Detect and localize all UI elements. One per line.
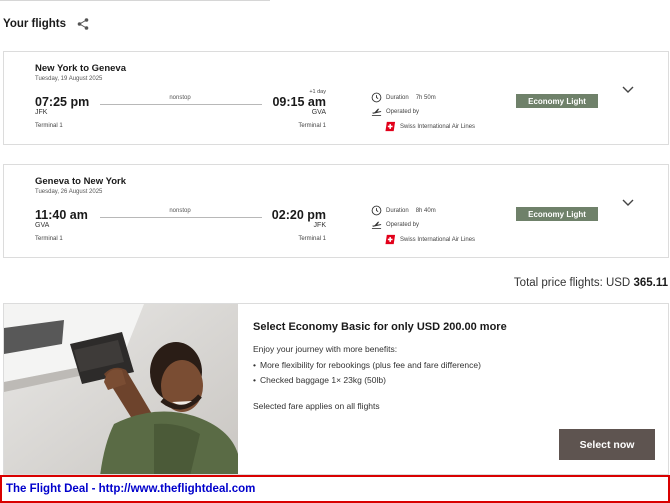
total-price-amount: 365.11	[633, 277, 668, 289]
benefits-list: More flexibility for rebookings (plus fe…	[253, 358, 481, 387]
operated-info: Operated by	[371, 219, 419, 230]
arrival-time: 02:20 pm	[271, 208, 326, 222]
benefit-item: Checked baggage 1× 23kg (50lb)	[253, 373, 481, 388]
departure-terminal: Terminal 1	[35, 123, 63, 129]
fare-badge[interactable]: Economy Light	[516, 207, 598, 221]
airline-name: Swiss International Air Lines	[400, 236, 476, 243]
duration-label: Duration	[386, 207, 409, 214]
departure-terminal: Terminal 1	[35, 236, 63, 242]
total-price-label: Total price flights: USD	[513, 277, 631, 289]
clock-icon	[371, 92, 382, 103]
plane-icon	[371, 221, 382, 229]
flight-deal-link[interactable]: The Flight Deal - http://www.theflightde…	[6, 483, 255, 495]
fare-badge[interactable]: Economy Light	[516, 94, 598, 108]
chevron-down-icon[interactable]	[621, 85, 635, 95]
route-line	[100, 104, 262, 105]
benefit-item: More flexibility for rebookings (plus fe…	[253, 358, 481, 373]
departure-airport: JFK	[35, 109, 48, 116]
top-divider	[0, 0, 270, 1]
duration-info: Duration 8h 40m	[371, 205, 436, 216]
flight-date: Tuesday, 19 August 2025	[35, 76, 103, 82]
departure-time: 11:40 am	[35, 208, 88, 222]
upsell-panel: Select Economy Basic for only USD 200.00…	[3, 303, 669, 475]
footer-banner: The Flight Deal - http://www.theflightde…	[0, 475, 670, 503]
share-icon[interactable]	[76, 17, 90, 31]
airline-info: Swiss International Air Lines	[385, 121, 475, 132]
duration-label: Duration	[386, 94, 409, 101]
flight-route: Geneva to New York	[35, 176, 126, 187]
stops-label: nonstop	[169, 95, 191, 101]
traveler-photo	[4, 304, 238, 474]
operated-by-label: Operated by	[386, 108, 420, 115]
route-line	[100, 217, 262, 218]
flight-date: Tuesday, 26 August 2025	[35, 189, 103, 195]
flights-header: Your flights	[3, 16, 90, 32]
stops-label: nonstop	[169, 208, 191, 214]
flight-route: New York to Geneva	[35, 63, 126, 74]
operated-by-label: Operated by	[386, 221, 420, 228]
select-now-button[interactable]: Select now	[559, 429, 655, 460]
arrival-terminal: Terminal 1	[298, 123, 326, 129]
airline-name: Swiss International Air Lines	[400, 123, 476, 130]
duration-info: Duration 7h 50m	[371, 92, 436, 103]
flight-card-return[interactable]: Geneva to New York Tuesday, 26 August 20…	[3, 164, 669, 258]
arrival-airport: JFK	[313, 222, 326, 229]
upsell-intro: Enjoy your journey with more benefits:	[253, 344, 398, 354]
chevron-down-icon[interactable]	[621, 198, 635, 208]
upsell-note: Selected fare applies on all flights	[253, 401, 380, 411]
swiss-logo-icon	[385, 234, 396, 245]
departure-airport: GVA	[35, 222, 50, 229]
airline-info: Swiss International Air Lines	[385, 234, 475, 245]
total-price: Total price flights: USD 365.11	[514, 277, 668, 289]
upsell-title: Select Economy Basic for only USD 200.00…	[253, 321, 507, 333]
operated-info: Operated by	[371, 106, 419, 117]
arrival-terminal: Terminal 1	[298, 236, 326, 242]
plane-icon	[371, 108, 382, 116]
duration-value: 7h 50m	[415, 94, 436, 101]
departure-time: 07:25 pm	[35, 95, 90, 109]
page-title: Your flights	[3, 18, 67, 30]
flight-card-outbound[interactable]: New York to Geneva Tuesday, 19 August 20…	[3, 51, 669, 145]
clock-icon	[371, 205, 382, 216]
swiss-logo-icon	[385, 121, 396, 132]
duration-value: 8h 40m	[415, 207, 436, 214]
arrival-time: 09:15 am	[272, 95, 326, 109]
arrival-airport: GVA	[311, 109, 326, 116]
